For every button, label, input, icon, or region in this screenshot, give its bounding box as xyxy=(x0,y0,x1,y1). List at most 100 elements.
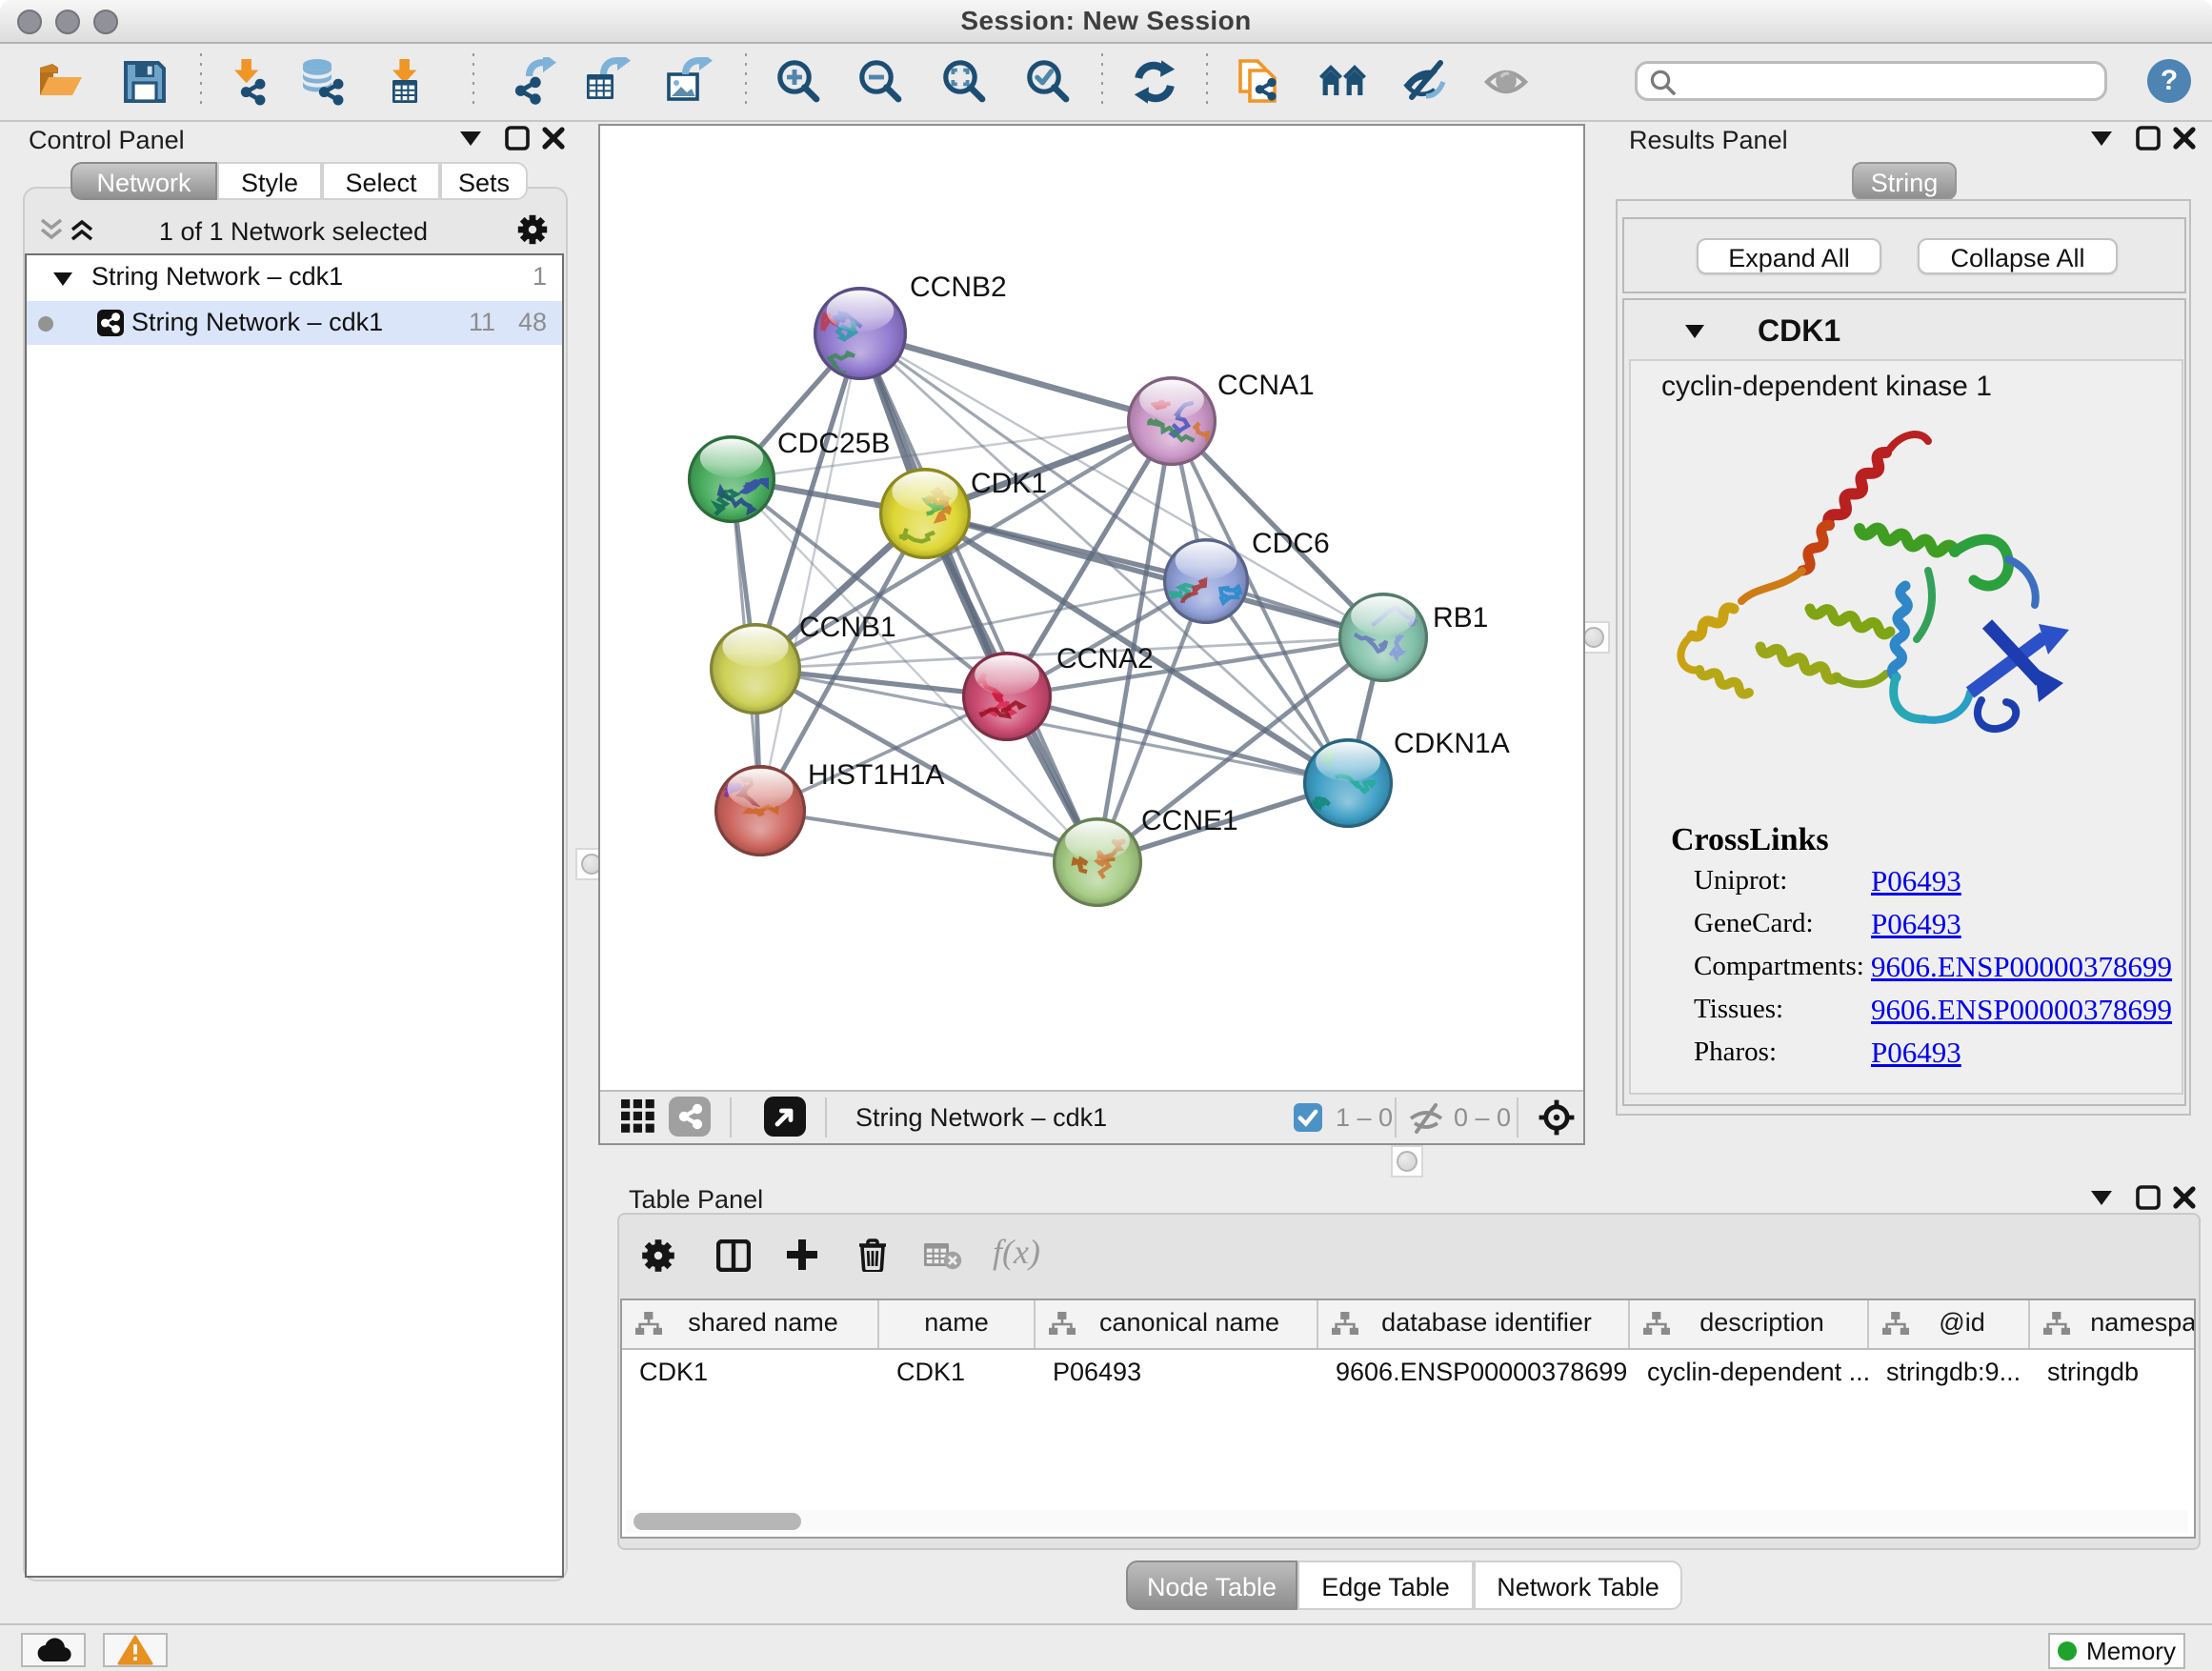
show-home-icon[interactable] xyxy=(1318,57,1368,107)
network-collection-row[interactable]: String Network – cdk1 1 xyxy=(27,255,562,301)
import-network-database-icon[interactable] xyxy=(297,57,347,107)
import-table-file-icon[interactable] xyxy=(379,57,429,107)
crosslink-link[interactable]: 9606.ENSP00000378699 xyxy=(1871,950,2172,984)
crosslink-link[interactable]: P06493 xyxy=(1871,864,1961,898)
memory-button[interactable]: Memory xyxy=(2048,1633,2185,1669)
expand-all-icon[interactable] xyxy=(69,217,95,242)
node-CDC25B[interactable] xyxy=(688,435,775,523)
column-header-database-identifier[interactable]: database identifier xyxy=(1318,1300,1630,1348)
tab-select[interactable]: Select xyxy=(322,162,440,200)
panel-float-icon[interactable] xyxy=(505,126,530,151)
tab-network-table[interactable]: Network Table xyxy=(1474,1560,1682,1610)
node-label-CDK1: CDK1 xyxy=(971,468,1047,499)
collapse-all-button[interactable]: Collapse All xyxy=(1918,238,2118,274)
add-column-icon[interactable] xyxy=(785,1238,819,1272)
column-header-shared-name[interactable]: shared name xyxy=(622,1300,879,1348)
entry-collapse-triangle-icon[interactable] xyxy=(1683,321,1706,340)
panel-menu-icon[interactable] xyxy=(2090,1189,2113,1206)
node-CCNE1[interactable] xyxy=(1053,817,1142,907)
node-CDK1[interactable] xyxy=(879,468,971,559)
network-canvas[interactable]: CCNB2CCNA1CDC25BCDK1CDC6RB1CCNB1CCNA2HIS… xyxy=(598,124,1585,1145)
collapse-all-icon[interactable] xyxy=(38,217,65,242)
zoom-in-icon[interactable] xyxy=(774,57,823,107)
column-header-canonical-name[interactable]: canonical name xyxy=(1036,1300,1318,1348)
scrollbar-thumb[interactable] xyxy=(633,1513,801,1530)
node-label-CCNB1: CCNB1 xyxy=(799,612,896,643)
expand-all-button[interactable]: Expand All xyxy=(1697,238,1881,274)
save-session-icon[interactable] xyxy=(120,57,170,107)
selected-checkbox-icon[interactable] xyxy=(1294,1103,1322,1132)
birdseye-view-button[interactable] xyxy=(764,1097,806,1137)
crosslink-link[interactable]: 9606.ENSP00000378699 xyxy=(1871,993,2172,1027)
node-CCNA1[interactable] xyxy=(1127,376,1217,466)
open-file-icon[interactable] xyxy=(36,57,86,107)
panel-close-icon[interactable] xyxy=(541,126,566,151)
cloud-button[interactable] xyxy=(21,1633,86,1667)
grid-view-icon[interactable] xyxy=(621,1099,655,1134)
export-table-icon[interactable] xyxy=(581,57,631,107)
network-graph[interactable]: CCNB2CCNA1CDC25BCDK1CDC6RB1CCNB1CCNA2HIS… xyxy=(600,126,1583,1090)
node-label-CCNB2: CCNB2 xyxy=(910,272,1007,303)
center-view-icon[interactable] xyxy=(1538,1098,1576,1137)
tab-node-table[interactable]: Node Table xyxy=(1126,1560,1297,1610)
clone-network-icon[interactable] xyxy=(1235,57,1284,107)
split-view-icon[interactable] xyxy=(716,1239,751,1272)
import-network-file-icon[interactable] xyxy=(223,57,272,107)
table-options-gear-icon[interactable] xyxy=(640,1238,676,1274)
crosslink-row: GeneCard:P06493 xyxy=(1671,901,1829,944)
show-all-icon[interactable] xyxy=(1484,57,1534,107)
network-options-gear-icon[interactable] xyxy=(516,213,549,246)
warning-icon xyxy=(117,1635,153,1665)
zoom-selected-icon[interactable] xyxy=(1023,57,1073,107)
apply-layout-icon[interactable] xyxy=(1130,57,1179,107)
search-input[interactable] xyxy=(1635,61,2107,101)
crosslink-link[interactable]: P06493 xyxy=(1871,907,1961,941)
tab-edge-table[interactable]: Edge Table xyxy=(1297,1560,1474,1610)
export-network-icon[interactable] xyxy=(509,57,558,107)
panel-menu-icon[interactable] xyxy=(459,130,482,147)
node-CCNB2[interactable] xyxy=(814,287,907,380)
results-entry-header[interactable]: CDK1 xyxy=(1624,300,2184,359)
hide-selected-icon[interactable] xyxy=(1400,57,1450,107)
results-entry-panel: CDK1 cyclin-dependent kinase 1 CrossLink… xyxy=(1622,298,2186,1106)
results-panel-title: Results Panel xyxy=(1629,126,1788,155)
table-horizontal-scrollbar[interactable] xyxy=(626,1510,2188,1533)
zoom-fit-icon[interactable] xyxy=(939,57,989,107)
function-builder-fx[interactable]: f(x) xyxy=(993,1232,1040,1272)
edge-CCNB2-HIST1H1A[interactable] xyxy=(760,333,860,811)
delete-column-trash-icon[interactable] xyxy=(857,1238,888,1272)
panel-menu-icon[interactable] xyxy=(2090,130,2113,147)
help-button[interactable]: ? xyxy=(2147,59,2191,103)
tab-sets[interactable]: Sets xyxy=(440,162,528,200)
network-tree: String Network – cdk1 1 String Network –… xyxy=(25,253,564,1578)
export-image-icon[interactable] xyxy=(663,57,713,107)
node-RB1[interactable] xyxy=(1338,593,1428,682)
status-bar: Memory xyxy=(0,1623,2212,1671)
panel-close-icon[interactable] xyxy=(2172,1185,2197,1210)
network-row[interactable]: String Network – cdk1 11 48 xyxy=(27,301,562,345)
edge-HIST1H1A-CCNE1[interactable] xyxy=(760,811,1097,862)
zoom-out-icon[interactable] xyxy=(855,57,905,107)
tab-network[interactable]: Network xyxy=(70,162,217,200)
horizontal-splitter-handle[interactable] xyxy=(1391,1145,1423,1178)
column-header-namespace[interactable]: namespace xyxy=(2030,1300,2196,1348)
column-header-name[interactable]: name xyxy=(879,1300,1036,1348)
collapse-triangle-icon[interactable] xyxy=(51,269,74,288)
panel-float-icon[interactable] xyxy=(2136,126,2161,151)
node-CDC6[interactable] xyxy=(1163,538,1249,624)
tab-string[interactable]: String xyxy=(1852,162,1957,200)
panel-float-icon[interactable] xyxy=(2136,1185,2161,1210)
warning-button[interactable] xyxy=(103,1633,168,1667)
column-header-@id[interactable]: @id xyxy=(1869,1300,2030,1348)
crosslink-label: Compartments: xyxy=(1694,951,1864,982)
network-share-button[interactable] xyxy=(669,1097,711,1137)
column-header-description[interactable]: description xyxy=(1630,1300,1869,1348)
node-CCNA2[interactable] xyxy=(962,652,1052,741)
crosslink-link[interactable]: P06493 xyxy=(1871,1036,1961,1070)
node-HIST1H1A[interactable] xyxy=(714,765,806,856)
delete-table-icon[interactable] xyxy=(924,1241,962,1270)
tab-style[interactable]: Style xyxy=(217,162,322,200)
panel-close-icon[interactable] xyxy=(2172,126,2197,151)
node-CCNB1[interactable] xyxy=(710,623,801,715)
node-CDKN1A[interactable] xyxy=(1303,738,1393,828)
